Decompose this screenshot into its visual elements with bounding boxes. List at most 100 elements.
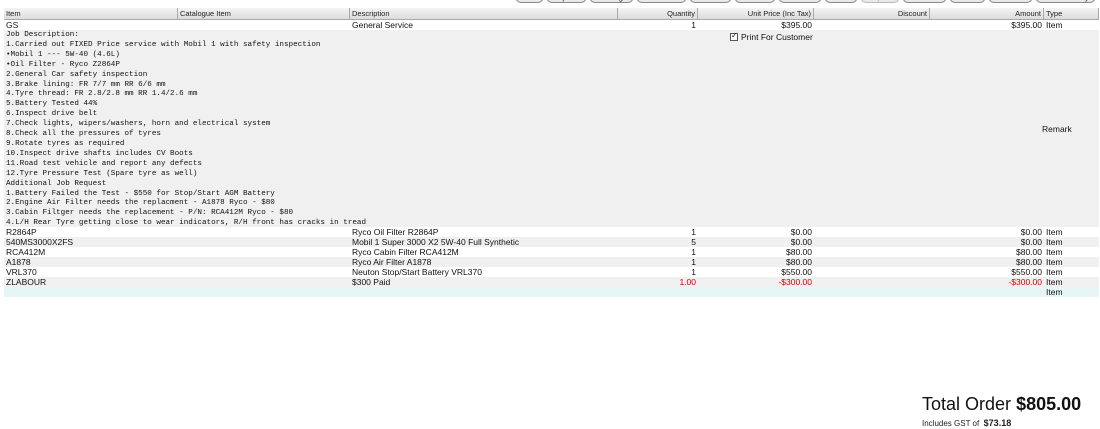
cell-discount	[814, 277, 930, 287]
new-line-row[interactable]: Item	[4, 287, 1099, 297]
col-header-type[interactable]: Type	[1044, 8, 1099, 19]
table-row[interactable]: 540MS3000X2FS Mobil 1 Super 3000 X2 5W-40…	[4, 237, 1099, 247]
cell-quantity: 1	[691, 247, 696, 257]
toolbar-button-show-all[interactable]: Show All	[988, 0, 1033, 3]
cell-unit-price: $395.00	[781, 20, 812, 30]
cell-amount: $80.00	[1016, 247, 1042, 257]
remark-row[interactable]: Job Description: 1.Carried out FIXED Pri…	[4, 30, 1099, 227]
cell-amount: $550.00	[1011, 267, 1042, 277]
cell-unit-price: -$300.00	[778, 277, 812, 287]
cell-discount	[814, 237, 930, 247]
print-for-customer-checkbox[interactable]	[730, 31, 738, 41]
cell-type: Item	[1046, 287, 1063, 297]
cell-type: Item	[1046, 227, 1063, 237]
cell-unit-price[interactable]	[698, 287, 814, 297]
cell-amount[interactable]	[930, 287, 1044, 297]
toolbar-button-repeat[interactable]: Repeat	[860, 0, 900, 3]
cell-discount[interactable]	[814, 287, 930, 297]
col-header-catalogue-item[interactable]: Catalogue Item	[178, 8, 350, 19]
cell-quantity: 1	[691, 227, 696, 237]
toolbar-button-sales-history[interactable]: Sales History	[1034, 0, 1096, 3]
cell-type: Item	[1046, 257, 1063, 267]
total-order-label: Total Order	[922, 394, 1012, 414]
print-for-customer-option[interactable]: Print For Customer	[730, 31, 813, 42]
gst-summary: Includes GST of $73.18	[922, 418, 1011, 428]
cell-type: Item	[1046, 267, 1063, 277]
toolbar-button-item[interactable]: Item	[514, 0, 545, 3]
action-toolbar: ItemExplorePackagePromotionAccountRemark…	[514, 0, 1096, 4]
toolbar-button-explore[interactable]: Explore	[546, 0, 588, 3]
gst-label: Includes GST of	[922, 419, 980, 428]
cell-item: GS	[6, 20, 19, 30]
cell-description[interactable]	[350, 287, 618, 297]
gst-value: $73.18	[983, 418, 1012, 428]
toolbar-button-remark[interactable]: Remark	[733, 0, 776, 3]
cell-description: Mobil 1 Super 3000 X2 5W-40 Full Synthet…	[352, 237, 520, 247]
cell-type: Item	[1046, 277, 1063, 287]
cell-amount: $0.00	[1020, 227, 1042, 237]
cell-discount	[814, 257, 930, 267]
cell-unit-price: $80.00	[786, 247, 812, 257]
cell-discount	[814, 247, 930, 257]
cell-amount: -$300.00	[1008, 277, 1042, 287]
cell-amount: $0.00	[1020, 237, 1042, 247]
col-header-unit-price[interactable]: Unit Price (Inc Tax)	[698, 8, 814, 19]
toolbar-button-package[interactable]: Package	[589, 0, 635, 3]
toolbar-button-promotion[interactable]: Promotion	[636, 0, 687, 3]
toolbar-button-delete[interactable]: Delete	[949, 0, 987, 3]
cell-catalogue-item	[178, 267, 350, 277]
cell-quantity[interactable]	[618, 287, 698, 297]
cell-catalogue-item	[178, 20, 350, 30]
cell-unit-price: $80.00	[786, 257, 812, 267]
total-order: Total Order $805.00	[922, 394, 1081, 415]
cell-quantity: 1	[691, 267, 696, 277]
cell-description: Ryco Cabin Filter RCA412M	[352, 247, 459, 257]
total-order-value: $805.00	[1016, 394, 1082, 414]
table-row[interactable]: GS General Service 1 $395.00 $395.00 Ite…	[4, 20, 1099, 30]
cell-quantity: 1	[691, 20, 696, 30]
job-description-remark[interactable]: Job Description: 1.Carried out FIXED Pri…	[6, 31, 366, 229]
cell-type: Item	[1046, 20, 1063, 30]
toolbar-button-claim[interactable]: Claim	[823, 0, 859, 3]
cell-item: RCA412M	[6, 247, 46, 257]
col-header-discount[interactable]: Discount	[814, 8, 930, 19]
cell-discount	[814, 20, 930, 30]
table-header: Item Catalogue Item Description Quantity…	[4, 8, 1099, 20]
toolbar-button-account[interactable]: Account	[688, 0, 732, 3]
cell-quantity: 1.00	[679, 277, 696, 287]
cell-unit-price: $550.00	[781, 267, 812, 277]
cell-catalogue-item	[178, 247, 350, 257]
order-lines-table: Item Catalogue Item Description Quantity…	[4, 8, 1099, 297]
cell-catalogue-item[interactable]	[178, 287, 350, 297]
toolbar-button-discount[interactable]: Discount	[901, 0, 948, 3]
cell-discount	[814, 267, 930, 277]
cell-unit-price: $0.00	[790, 237, 812, 247]
col-header-amount[interactable]: Amount	[930, 8, 1044, 19]
cell-quantity: 1	[691, 257, 696, 267]
cell-description: General Service	[352, 20, 413, 30]
cell-discount	[814, 227, 930, 237]
col-header-quantity[interactable]: Quantity	[618, 8, 698, 19]
table-row[interactable]: RCA412M Ryco Cabin Filter RCA412M 1 $80.00 $…	[4, 247, 1099, 257]
cell-description: Ryco Air Filter A1878	[352, 257, 432, 267]
table-row[interactable]: VRL370 Neuton Stop/Start Battery VRL370 1 $…	[4, 267, 1099, 277]
table-row[interactable]: A1878 Ryco Air Filter A1878 1 $80.00 $80.00 I…	[4, 257, 1099, 267]
cell-description: Ryco Oil Filter R2864P	[352, 227, 439, 237]
col-header-description[interactable]: Description	[350, 8, 618, 19]
cell-unit-price: $0.00	[790, 227, 812, 237]
cell-catalogue-item	[178, 237, 350, 247]
col-header-item[interactable]: Item	[4, 8, 178, 19]
table-row[interactable]: ZLABOUR $300 Paid 1.00 -$300.00 -$300.00 Item	[4, 277, 1099, 287]
cell-description: Neuton Stop/Start Battery VRL370	[352, 267, 482, 277]
cell-amount: $395.00	[1011, 20, 1042, 30]
cell-quantity: 5	[691, 237, 696, 247]
cell-type-remark: Remark	[1042, 124, 1072, 134]
cell-item[interactable]	[4, 287, 178, 297]
cell-catalogue-item	[178, 257, 350, 267]
toolbar-button-trade-in[interactable]: Trade-In	[777, 0, 822, 3]
cell-item: VRL370	[6, 267, 37, 277]
cell-item: ZLABOUR	[6, 277, 47, 287]
cell-item: 540MS3000X2FS	[6, 237, 74, 247]
cell-catalogue-item	[178, 277, 350, 287]
cell-amount: $80.00	[1016, 257, 1042, 267]
